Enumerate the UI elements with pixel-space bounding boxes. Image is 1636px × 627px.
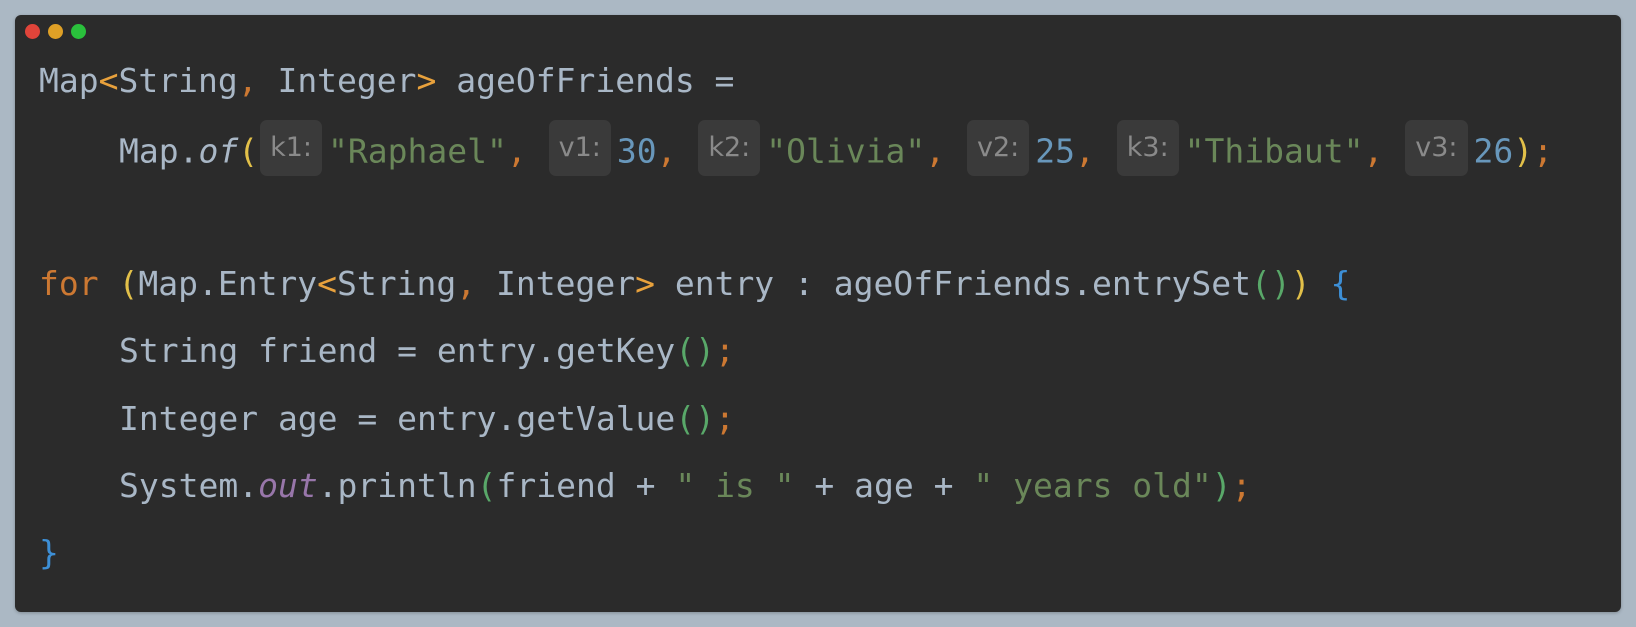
token: ;: [715, 399, 735, 438]
token: ;: [1533, 131, 1553, 171]
token: ;: [715, 331, 735, 370]
token: Integer age = entry.getValue: [119, 399, 676, 438]
token: for: [39, 264, 99, 303]
token: Map.: [119, 131, 199, 171]
token: String friend = entry.getKey: [119, 331, 676, 370]
token: 26: [1473, 131, 1514, 171]
code-editor[interactable]: Map<String, Integer> ageOfFriends = Map.…: [39, 15, 1621, 612]
token: out: [258, 466, 318, 505]
token: ): [1211, 466, 1232, 505]
token: (: [118, 264, 139, 303]
token: entry : ageOfFriends.entrySet: [654, 264, 1251, 303]
token: "Thibaut": [1184, 131, 1364, 171]
token: friend +: [496, 466, 676, 505]
token: >: [635, 264, 655, 303]
code-line-6: System.out.println(friend + " is " + age…: [39, 466, 1252, 506]
token: 25: [1035, 131, 1075, 171]
token: <: [98, 61, 119, 100]
token: " is ": [675, 466, 795, 505]
close-button[interactable]: [25, 24, 40, 39]
token: ): [1513, 131, 1534, 171]
code-line-4: String friend = entry.getKey();: [39, 331, 735, 371]
token: ): [1290, 264, 1311, 303]
token: + age +: [794, 466, 974, 505]
code-line-7: }: [39, 533, 59, 573]
token: String: [337, 264, 457, 303]
parameter-hint: v1:: [548, 120, 611, 176]
parameter-hint: v2:: [966, 120, 1030, 176]
token: ,: [925, 131, 965, 171]
token: ,: [456, 264, 477, 303]
code-line-3: for (Map.Entry<String, Integer> entry : …: [39, 264, 1350, 304]
token: " years old": [973, 466, 1212, 505]
token: (): [675, 331, 716, 370]
code-window: Map<String, Integer> ageOfFriends = Map.…: [15, 15, 1621, 612]
parameter-hint: k2:: [698, 120, 761, 176]
token: ,: [506, 131, 547, 171]
parameter-hint: k3:: [1116, 120, 1179, 176]
token: {: [1330, 264, 1351, 303]
token: }: [39, 533, 59, 572]
token: .println: [317, 466, 477, 505]
token: "Olivia": [766, 131, 926, 171]
code-line-2: Map.of(k1: "Raphael", v1: 30, k2: "Olivia",…: [39, 120, 1553, 176]
token: (): [675, 399, 716, 438]
token: (): [1251, 264, 1291, 303]
token: System.: [119, 466, 259, 505]
token: ,: [237, 61, 258, 100]
token: ;: [1231, 466, 1252, 505]
token: Integer: [257, 61, 417, 100]
token: "Raphael": [328, 131, 507, 171]
token: String: [118, 61, 238, 100]
code-line-5: Integer age = entry.getValue();: [39, 399, 735, 439]
token: >: [416, 61, 437, 100]
token: Map.Entry: [138, 264, 318, 303]
token: ,: [1075, 131, 1115, 171]
parameter-hint: v3:: [1405, 120, 1468, 176]
token: ,: [656, 131, 697, 171]
token: <: [317, 264, 338, 303]
token: of: [198, 131, 239, 171]
token: ,: [1363, 131, 1404, 171]
token: 30: [616, 131, 657, 171]
token: ageOfFriends =: [436, 61, 735, 100]
token: (: [476, 466, 497, 505]
token: Integer: [476, 264, 636, 303]
token: Map: [39, 61, 99, 100]
parameter-hint: k1:: [260, 120, 323, 176]
token: (: [238, 131, 259, 171]
code-line-1: Map<String, Integer> ageOfFriends =: [39, 61, 734, 101]
